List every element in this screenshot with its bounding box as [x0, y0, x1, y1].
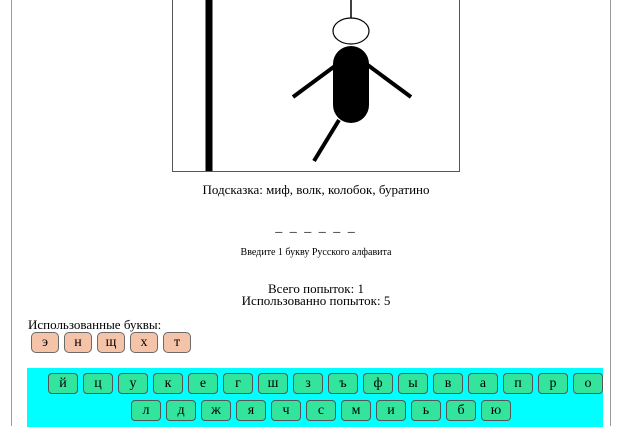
- figure-right-arm: [363, 61, 413, 99]
- letter-key[interactable]: ц: [83, 373, 113, 394]
- figure-body: [333, 46, 369, 123]
- letter-key[interactable]: ы: [398, 373, 428, 394]
- instruction-text: Введите 1 букву Русского алфавита: [240, 247, 392, 258]
- letter-key[interactable]: ъ: [328, 373, 358, 394]
- used-letters-list: э н щ х т: [31, 332, 191, 353]
- keyboard-row-1: й ц у к е г ш з ъ ф ы в а п р о: [48, 373, 603, 394]
- letter-key[interactable]: к: [153, 373, 183, 394]
- letter-key[interactable]: р: [538, 373, 568, 394]
- letter-key[interactable]: ф: [363, 373, 393, 394]
- used-letter: н: [64, 332, 92, 353]
- letter-key[interactable]: в: [433, 373, 463, 394]
- keyboard-row-2: л д ж я ч с м и ь б ю: [131, 400, 511, 421]
- figure-head: [332, 17, 370, 45]
- used-letter: т: [163, 332, 191, 353]
- letter-key[interactable]: ж: [201, 400, 231, 421]
- letter-keyboard: й ц у к е г ш з ъ ф ы в а п р о л д ж я …: [27, 368, 603, 427]
- letter-key[interactable]: ч: [271, 400, 301, 421]
- letter-key[interactable]: о: [573, 373, 603, 394]
- hangman-drawing: [172, 0, 460, 172]
- hint-text: Подсказка: миф, волк, колобок, буратино: [202, 182, 430, 197]
- letter-key[interactable]: м: [341, 400, 371, 421]
- letter-key[interactable]: а: [468, 373, 498, 394]
- letter-key[interactable]: з: [293, 373, 323, 394]
- used-letters-label: Использованные буквы:: [28, 317, 162, 332]
- letter-key[interactable]: п: [503, 373, 533, 394]
- word-mask: _ _ _ _ _ _: [275, 220, 357, 235]
- letter-key[interactable]: и: [376, 400, 406, 421]
- used-letter: х: [130, 332, 158, 353]
- letter-key[interactable]: ь: [411, 400, 441, 421]
- letter-key[interactable]: ю: [481, 400, 511, 421]
- used-letter: э: [31, 332, 59, 353]
- figure-left-arm: [291, 61, 341, 99]
- letter-key[interactable]: я: [236, 400, 266, 421]
- used-letter: щ: [97, 332, 125, 353]
- letter-key[interactable]: д: [166, 400, 196, 421]
- letter-key[interactable]: л: [131, 400, 161, 421]
- letter-key[interactable]: б: [446, 400, 476, 421]
- letter-key[interactable]: е: [188, 373, 218, 394]
- letter-key[interactable]: с: [306, 400, 336, 421]
- letter-key[interactable]: у: [118, 373, 148, 394]
- letter-key[interactable]: й: [48, 373, 78, 394]
- letter-key[interactable]: г: [223, 373, 253, 394]
- letter-key[interactable]: ш: [258, 373, 288, 394]
- figure-left-leg: [312, 118, 341, 163]
- used-tries-text: Использованно попыток: 5: [241, 293, 391, 308]
